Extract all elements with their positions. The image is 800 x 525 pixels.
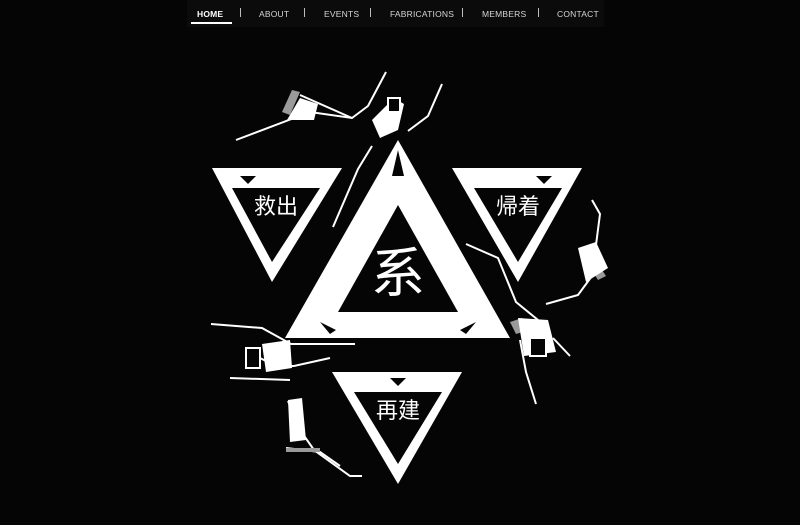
emblem-logo: 系 救出 帰着 再建 xyxy=(210,71,608,484)
top-right-triangle-emblem xyxy=(452,168,582,282)
bottom-triangle-emblem xyxy=(332,372,462,484)
top-left-triangle-emblem xyxy=(212,168,342,282)
top-left-kanji: 救出 xyxy=(254,195,298,220)
bottom-kanji: 再建 xyxy=(376,399,420,424)
center-kanji: 系 xyxy=(371,242,425,305)
top-right-kanji: 帰着 xyxy=(496,195,540,220)
